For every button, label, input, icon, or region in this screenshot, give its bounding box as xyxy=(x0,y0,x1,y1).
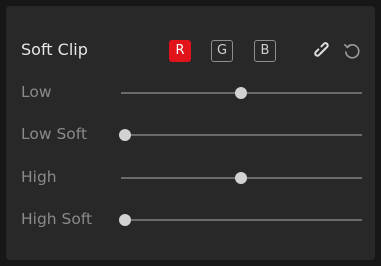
slider-thumb-high-soft[interactable] xyxy=(119,214,131,226)
slider-high-soft[interactable] xyxy=(119,214,362,226)
param-label-high-soft: High Soft xyxy=(21,210,93,228)
link-icon[interactable] xyxy=(313,41,333,61)
slider-thumb-low-soft[interactable] xyxy=(119,129,131,141)
soft-clip-panel: Soft Clip R G B Low Low Soft High High S… xyxy=(6,6,375,260)
slider-high[interactable] xyxy=(121,172,362,184)
slider-thumb-low[interactable] xyxy=(234,87,247,99)
reset-icon[interactable] xyxy=(342,41,362,61)
slider-low[interactable] xyxy=(121,87,362,99)
slider-low-soft[interactable] xyxy=(119,129,362,141)
channel-g-button[interactable]: G xyxy=(211,40,233,62)
channel-r-button[interactable]: R xyxy=(169,40,191,62)
param-label-low-soft: Low Soft xyxy=(21,125,88,143)
param-label-high: High xyxy=(21,168,57,186)
channel-b-button[interactable]: B xyxy=(254,40,276,62)
panel-title: Soft Clip xyxy=(21,40,88,59)
param-label-low: Low xyxy=(21,83,52,101)
slider-thumb-high[interactable] xyxy=(234,172,247,184)
